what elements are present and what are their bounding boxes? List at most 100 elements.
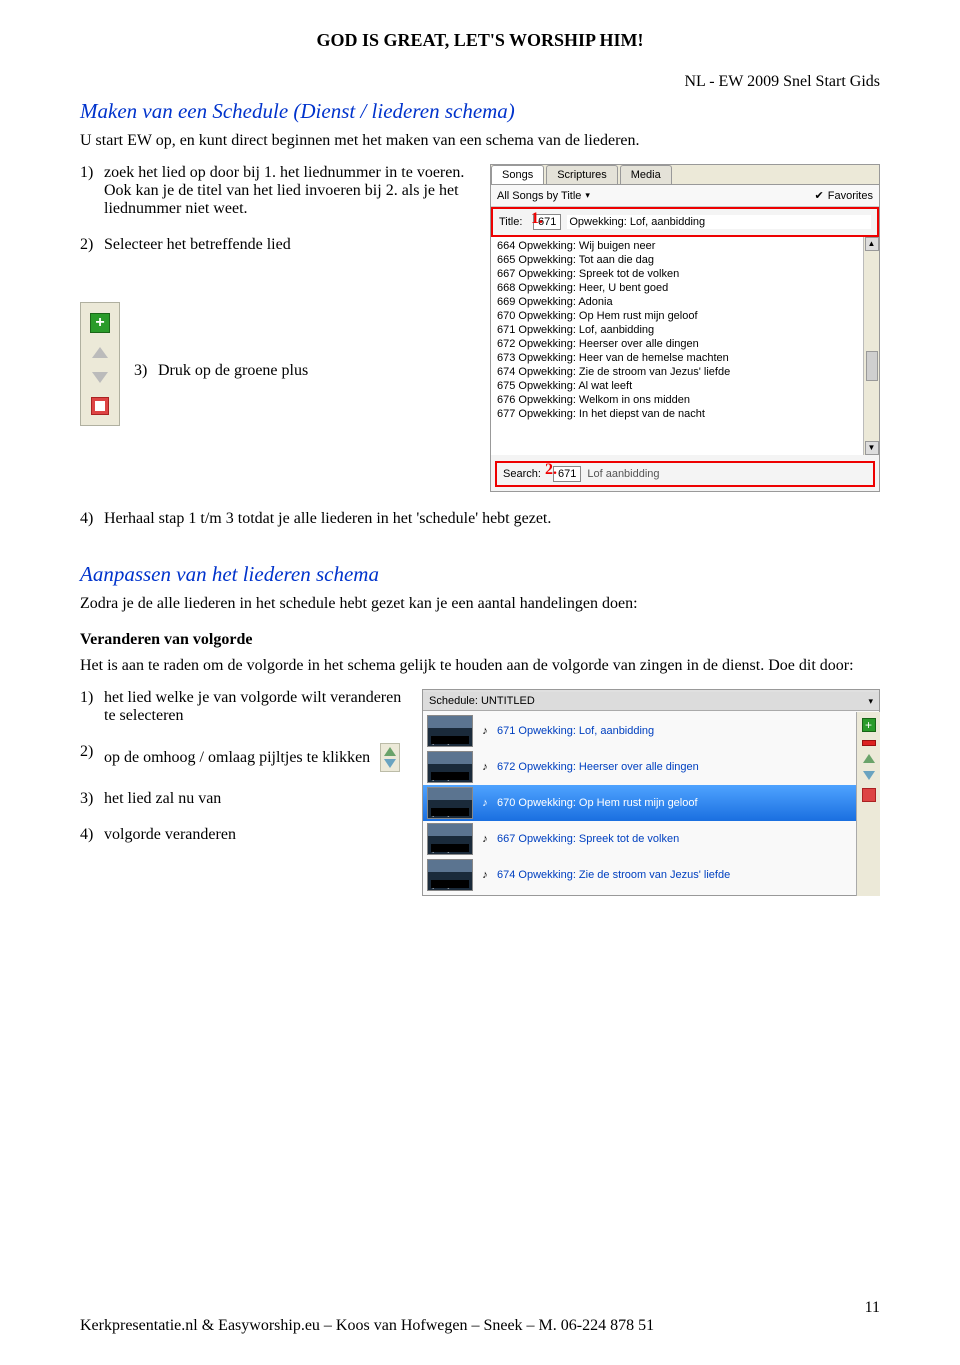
section1-columns: 1) zoek het lied op door bij 1. het lied… xyxy=(80,164,880,492)
scroll-up-icon[interactable]: ▲ xyxy=(865,237,879,251)
s2step1-text: het lied welke je van volgorde wilt vera… xyxy=(104,689,401,724)
scrollbar[interactable]: ▲ ▼ xyxy=(863,237,879,455)
step4-text: Herhaal stap 1 t/m 3 totdat je alle lied… xyxy=(104,510,551,527)
search-text: Lof aanbidding xyxy=(587,468,659,480)
tab-media[interactable]: Media xyxy=(620,165,672,184)
section2-steps: 1) het lied welke je van volgorde wilt v… xyxy=(80,689,410,862)
section1-title: Maken van een Schedule (Dienst / liedere… xyxy=(80,99,880,124)
footer-text: Kerkpresentatie.nl & Easyworship.eu – Ko… xyxy=(80,1317,654,1334)
doc-subtitle-right: NL - EW 2009 Snel Start Gids xyxy=(80,73,880,91)
filter-bar: All Songs by Title ▾ ✔ Favorites xyxy=(491,185,879,207)
move-down-disabled-icon xyxy=(92,372,108,383)
schedule-item-title: 674 Opwekking: Zie de stroom van Jezus' … xyxy=(497,869,730,881)
add-button[interactable]: + xyxy=(90,313,110,333)
title-label: Title: xyxy=(499,216,527,228)
red-marker-1: 1. xyxy=(531,210,543,228)
section2-para: Het is aan te raden om de volgorde in he… xyxy=(80,657,880,675)
song-item[interactable]: 671 Opwekking: Lof, aanbidding xyxy=(491,323,879,337)
sched-remove-button[interactable] xyxy=(862,740,876,746)
title-row: Title: 671 Opwekking: Lof, aanbidding xyxy=(491,207,879,237)
scroll-thumb[interactable] xyxy=(866,351,878,381)
s2step2-num: 2) xyxy=(80,743,93,761)
favorites-toggle[interactable]: ✔ Favorites xyxy=(815,189,873,202)
s2step4-num: 4) xyxy=(80,826,93,844)
step1-num: 1) xyxy=(80,164,93,182)
song-item[interactable]: 672 Opwekking: Heerser over alle dingen xyxy=(491,337,879,351)
chevron-down-icon[interactable]: ▾ xyxy=(868,696,873,707)
song-item[interactable]: 675 Opwekking: Al wat leeft xyxy=(491,379,879,393)
powerpoint-icon[interactable] xyxy=(91,397,109,415)
schedule-row[interactable]: [auto]♪674 Opwekking: Zie de stroom van … xyxy=(423,857,879,893)
sched-move-up-button[interactable] xyxy=(863,754,875,763)
song-item[interactable]: 664 Opwekking: Wij buigen neer xyxy=(491,239,879,253)
star-icon: ✔ xyxy=(815,189,824,202)
sched-powerpoint-icon[interactable] xyxy=(862,788,876,802)
favorites-label: Favorites xyxy=(828,190,873,202)
song-item[interactable]: 673 Opwekking: Heer van de hemelse macht… xyxy=(491,351,879,365)
song-item[interactable]: 676 Opwekking: Welkom in ons midden xyxy=(491,393,879,407)
step3-text: Druk op de groene plus xyxy=(158,362,308,379)
song-item[interactable]: 667 Opwekking: Spreek tot de volken xyxy=(491,267,879,281)
sched-add-button[interactable]: + xyxy=(862,718,876,732)
song-item[interactable]: 677 Opwekking: In het diepst van de nach… xyxy=(491,407,879,421)
schedule-row[interactable]: [auto] ♪ 670 Opwekking: Op Hem rust mijn g… xyxy=(423,785,879,821)
song-item[interactable]: 669 Opwekking: Adonia xyxy=(491,295,879,309)
section1-left: 1) zoek het lied op door bij 1. het lied… xyxy=(80,164,470,426)
section2-subhead: Veranderen van volgorde xyxy=(80,631,880,649)
step4-num: 4) xyxy=(80,510,93,528)
search-row: 2. Search: 671 Lof aanbidding xyxy=(495,461,875,487)
red-marker-2: 2. xyxy=(545,461,557,479)
schedule-header[interactable]: Schedule: UNTITLED ▾ xyxy=(423,690,879,711)
footer: 11 Kerkpresentatie.nl & Easyworship.eu –… xyxy=(80,1317,880,1335)
schedule-side-toolbar: + xyxy=(856,712,880,896)
slide-thumbnail: [auto] xyxy=(427,787,473,819)
slide-thumbnail: [auto] xyxy=(427,823,473,855)
schedule-row[interactable]: [auto] ♪ 667 Opwekking: Spreek tot de volk… xyxy=(423,821,879,857)
schedule-row[interactable]: [auto] ♪ 672 Opwekking: Heerser over alle … xyxy=(423,749,879,785)
song-item[interactable]: 670 Opwekking: Op Hem rust mijn geloof xyxy=(491,309,879,323)
allsongs-dropdown[interactable]: All Songs by Title ▾ xyxy=(497,190,590,202)
music-note-icon: ♪ xyxy=(479,797,491,809)
search-label: Search: xyxy=(503,468,547,480)
step2-num: 2) xyxy=(80,236,93,254)
songs-panel-wrap: Songs Scriptures Media All Songs by Titl… xyxy=(490,164,880,492)
scroll-down-icon[interactable]: ▼ xyxy=(865,441,879,455)
schedule-item-title: 667 Opwekking: Spreek tot de volken xyxy=(497,833,679,845)
music-note-icon: ♪ xyxy=(479,761,491,773)
search-number-input[interactable]: 671 xyxy=(553,466,581,482)
song-list[interactable]: 664 Opwekking: Wij buigen neer 665 Opwek… xyxy=(491,237,879,455)
schedule-item-title: 670 Opwekking: Op Hem rust mijn geloof xyxy=(497,797,698,809)
schedule-item-title: 672 Opwekking: Heerser over alle dingen xyxy=(497,761,699,773)
move-up-disabled-icon xyxy=(92,347,108,358)
allsongs-label: All Songs by Title xyxy=(497,190,581,202)
section2-intro: Zodra je de alle liederen in het schedul… xyxy=(80,595,880,613)
side-toolbar: + xyxy=(80,302,120,426)
music-note-icon: ♪ xyxy=(479,869,491,881)
title-text: Opwekking: Lof, aanbidding xyxy=(567,215,871,229)
step2-text: Selecteer het betreffende lied xyxy=(104,236,291,253)
section1-intro: U start EW op, en kunt direct beginnen m… xyxy=(80,132,880,150)
slide-thumbnail: [auto] xyxy=(427,751,473,783)
step1-text: zoek het lied op door bij 1. het liednum… xyxy=(104,164,464,217)
song-item[interactable]: 665 Opwekking: Tot aan die dag xyxy=(491,253,879,267)
schedule-wrap: 1) het lied welke je van volgorde wilt v… xyxy=(80,689,880,896)
music-note-icon: ♪ xyxy=(479,833,491,845)
song-item[interactable]: 668 Opwekking: Heer, U bent goed xyxy=(491,281,879,295)
chevron-down-icon: ▾ xyxy=(585,190,590,201)
song-item[interactable]: 674 Opwekking: Zie de stroom van Jezus' … xyxy=(491,365,879,379)
s2step1-num: 1) xyxy=(80,689,93,707)
schedule-panel: Schedule: UNTITLED ▾ [auto]♪671 Opwekkin… xyxy=(422,689,880,896)
page-number: 11 xyxy=(865,1299,880,1317)
schedule-rows: [auto]♪671 Opwekking: Lof, aanbidding[au… xyxy=(423,711,879,895)
s2step2-text: op de omhoog / omlaag pijltjes te klikke… xyxy=(104,749,370,767)
tab-scriptures[interactable]: Scriptures xyxy=(546,165,618,184)
s2step3-text: het lied zal nu van xyxy=(104,790,221,807)
schedule-row[interactable]: [auto]♪671 Opwekking: Lof, aanbidding xyxy=(423,713,879,749)
section2-title: Aanpassen van het liederen schema xyxy=(80,562,880,587)
sched-move-down-button[interactable] xyxy=(863,771,875,780)
arrow-down-icon xyxy=(384,759,396,768)
s2step4-text: volgorde veranderen xyxy=(104,826,236,843)
music-note-icon: ♪ xyxy=(479,725,491,737)
tab-songs[interactable]: Songs xyxy=(491,165,544,184)
doc-main-title: GOD IS GREAT, LET'S WORSHIP HIM! xyxy=(80,30,880,51)
